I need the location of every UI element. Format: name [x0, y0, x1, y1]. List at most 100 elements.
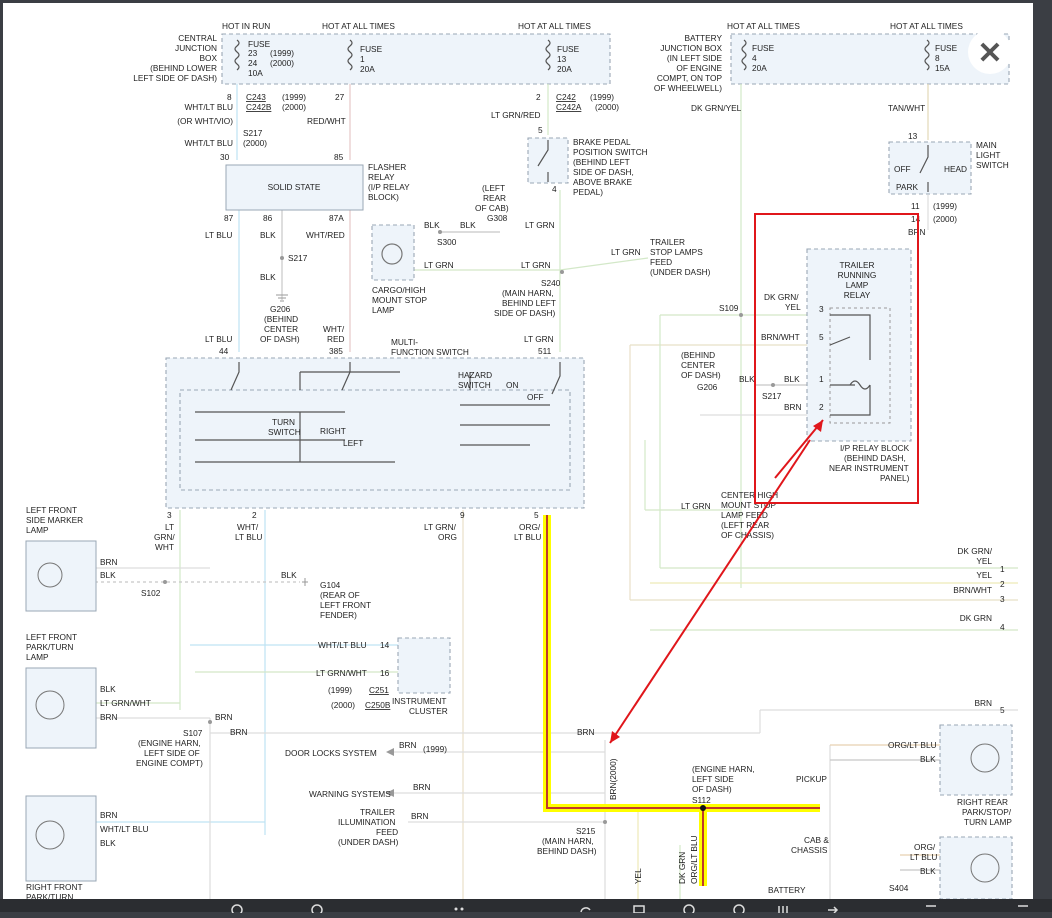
print-icon[interactable] [632, 900, 646, 914]
wire-label: ABOVE BRAKE [573, 177, 632, 187]
wire-label: BRN [100, 712, 118, 722]
wire-label: CAB & [804, 835, 829, 845]
wire-label: BLK [920, 754, 936, 764]
wire-label: OF DASH) [681, 370, 721, 380]
wire-label: (BEHIND DASH, [844, 453, 906, 463]
wire-label: S300 [437, 237, 457, 247]
wire-label: BRN [784, 402, 802, 412]
wire-label: LAMP [26, 652, 49, 662]
wire-label: REAR [483, 193, 506, 203]
wire-label: NEAR INSTRUMENT [829, 463, 909, 473]
wire-label: S217 [762, 391, 782, 401]
wire-label: 3 [1000, 594, 1005, 604]
wire-label: BEHIND DASH) [537, 846, 597, 856]
wire-label: WHT/LT BLU [184, 138, 233, 148]
wire-label: POSITION SWITCH [573, 147, 648, 157]
wire-label: SWITCH [458, 380, 491, 390]
share-icon[interactable] [732, 900, 746, 916]
wire-label: JUNCTION BOX [660, 43, 722, 53]
wire-label: 87A [329, 213, 344, 223]
wire-label: 385 [329, 346, 343, 356]
wire-label: (1999) [282, 92, 306, 102]
wire-label: 8 [227, 92, 232, 102]
wire-label: 86 [263, 213, 273, 223]
wire-label: BLK [260, 230, 276, 240]
zoom-icon[interactable] [230, 900, 244, 916]
grid-icon[interactable] [776, 900, 790, 913]
wire-label: DK GRN/ [957, 546, 992, 556]
wire-label: RELAY [844, 290, 871, 300]
wire-label: LEFT SIDE OF DASH) [133, 73, 217, 83]
wire-label: G206 [697, 382, 718, 392]
next-icon[interactable] [826, 900, 840, 914]
wire-label: FEED [650, 257, 672, 267]
wire-label: S217 [243, 128, 263, 138]
rotate-icon[interactable] [578, 900, 592, 913]
wire-label: 23 [248, 48, 258, 58]
wire-label: RIGHT REAR [957, 797, 1008, 807]
wire-label: G206 [270, 304, 291, 314]
search-icon[interactable] [310, 900, 324, 916]
wire-label: LEFT FRONT [26, 505, 77, 515]
wire-label: ON [506, 380, 518, 390]
wire-label: LT GRN/ [424, 522, 457, 532]
wire-label: LAMP [26, 525, 49, 535]
wire-label: RED [327, 334, 345, 344]
wire-label: BLK [460, 220, 476, 230]
wire-label: BEHIND LEFT [502, 298, 556, 308]
wire-label: 44 [219, 346, 229, 356]
wire-label: TAN/WHT [888, 103, 925, 113]
wire-label: (BEHIND [681, 350, 715, 360]
wire-label: (LEFT [482, 183, 505, 193]
wire-label: 2 [536, 92, 541, 102]
solid-state-label: SOLID STATE [268, 182, 321, 192]
wire-label: LT GRN [521, 260, 551, 270]
wire-label: SWITCH [976, 160, 1009, 170]
download-icon[interactable] [682, 900, 696, 916]
more-icon[interactable] [452, 900, 466, 911]
wire-label: (1999) [270, 48, 294, 58]
wire-label: (BEHIND [264, 314, 298, 324]
wire-label: WHT [155, 542, 174, 552]
hot-label-1: HOT AT ALL TIMES [322, 21, 395, 31]
wire-label: LT GRN [611, 247, 641, 257]
wire-label: ORG/ [914, 842, 936, 852]
wire-label: LT GRN/WHT [316, 668, 367, 678]
wire-label: OF ENGINE [676, 63, 722, 73]
wire-label: S404 [889, 883, 909, 893]
wire-label: 5 [534, 510, 539, 520]
wire-label: C251 [369, 685, 389, 695]
fullscreen-icon[interactable] [924, 900, 938, 911]
wire-label: COMPT, ON TOP [657, 73, 723, 83]
wire-label: JUNCTION [175, 43, 217, 53]
wire-label: (UNDER DASH) [650, 267, 711, 277]
wire-label: LIGHT [976, 150, 1000, 160]
wire-label: (2000) [933, 214, 957, 224]
wire-label: ILLUMINATION [338, 817, 395, 827]
close-icon[interactable]: ✕ [977, 37, 1002, 70]
wire-label: S112 [692, 795, 711, 805]
wire-label: LT BLU [235, 532, 262, 542]
wire-label: DOOR LOCKS SYSTEM [285, 748, 377, 758]
wiring-diagram: HOT IN RUN HOT AT ALL TIMES HOT AT ALL T… [0, 0, 1052, 912]
wire-label: LT BLU [514, 532, 541, 542]
wire-label: STOP LAMPS [650, 247, 703, 257]
wire-label: PEDAL) [573, 187, 603, 197]
wire-label: BRN/WHT [761, 332, 800, 342]
menu-icon[interactable] [1016, 900, 1030, 911]
wire-label: 5 [1000, 705, 1005, 715]
wire-label: WARNING SYSTEMS [309, 789, 391, 799]
close-button[interactable]: ✕ [968, 30, 1012, 74]
wire-label: FUSE [935, 43, 958, 53]
wire-label: BRN [577, 727, 595, 737]
wire-label: INSTRUMENT [392, 696, 446, 706]
wire-label: G104 [320, 580, 341, 590]
wire-label: CHASSIS [791, 845, 828, 855]
wire-label: S109 [719, 303, 739, 313]
wire-label: BLK [784, 374, 800, 384]
wire-label: WHT/RED [306, 230, 345, 240]
wire-label: LEFT FRONT [320, 600, 371, 610]
wire-label: ENGINE COMPT) [136, 758, 203, 768]
wire-label: WHT/LT BLU [318, 640, 367, 650]
wire-label: BRN [399, 740, 417, 750]
